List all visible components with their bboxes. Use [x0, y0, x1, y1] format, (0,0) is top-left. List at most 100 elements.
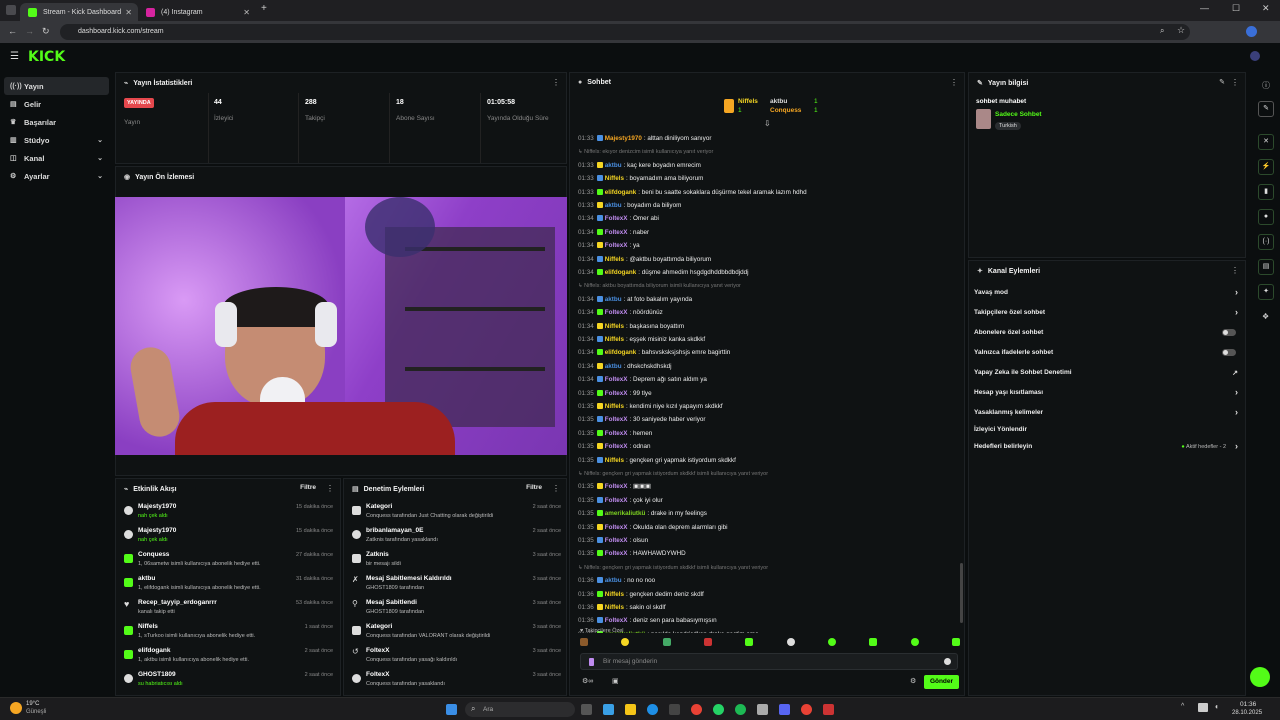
rail-widget-icon[interactable]: ▮ — [1258, 184, 1274, 200]
chat-username[interactable]: FoltexX — [605, 430, 628, 437]
chat-username[interactable]: FoltexX — [605, 443, 628, 450]
stream-preview-video[interactable] — [115, 197, 567, 455]
chat-username[interactable]: FoltexX — [605, 550, 628, 557]
activity-user[interactable]: Recep_tayyip_erdoganrrr — [138, 599, 217, 606]
send-button[interactable]: Gönder — [924, 675, 959, 689]
copilot-icon[interactable] — [603, 704, 614, 715]
sidebar-item-ayarlar[interactable]: ⚙ Ayarlar ⌄ — [4, 167, 109, 185]
close-tab-icon[interactable]: ✕ — [125, 8, 132, 17]
sidebar-item-kanal[interactable]: ◫ Kanal ⌄ — [4, 149, 109, 167]
chat-username[interactable]: FoltexX — [605, 497, 628, 504]
chat-username[interactable]: Majesty1970 — [605, 135, 642, 142]
chat-username[interactable]: elifdogank — [605, 349, 637, 356]
activity-user[interactable]: aktbu — [138, 575, 155, 582]
mod-tools-icon[interactable]: ▣ — [612, 677, 619, 685]
clock-time[interactable]: 01:36 — [1240, 701, 1256, 708]
chat-username[interactable]: elifdogank — [605, 269, 637, 276]
edit-layout-icon[interactable]: ✎ — [1258, 101, 1274, 117]
kebab-menu-icon[interactable]: ⋮ — [1231, 266, 1239, 275]
chat-username[interactable]: FoltexX — [605, 376, 628, 383]
expand-icon[interactable]: ⇩ — [764, 119, 771, 128]
moderation-filter-button[interactable]: Filtre — [526, 484, 542, 491]
chat-username[interactable]: FoltexX — [605, 390, 628, 397]
tray-chevron-icon[interactable]: ^ — [1181, 703, 1184, 710]
help-icon[interactable]: ⓘ — [1262, 80, 1270, 91]
taskbar-search[interactable]: ⌕ Ara — [465, 702, 575, 717]
chat-username[interactable]: Niffels — [605, 336, 624, 343]
setting-banned-words[interactable]: Yasaklanmış kelimeler › — [969, 404, 1244, 422]
chrome-icon[interactable] — [691, 704, 702, 715]
sidebar-item-basarilar[interactable]: ♛ Başarılar — [4, 113, 109, 131]
rail-widget-icon[interactable]: ▤ — [1258, 259, 1274, 275]
chat-username[interactable]: Niffels — [605, 175, 624, 182]
gift-leaderboard[interactable]: Niffels 1 aktbu 1 Conquess 1 — [724, 97, 824, 119]
chrome-active-icon[interactable] — [801, 704, 812, 715]
toggle-switch[interactable] — [1222, 349, 1236, 356]
kebab-menu-icon[interactable]: ⋮ — [1231, 78, 1239, 87]
url-field[interactable]: dashboard.kick.com/stream — [60, 24, 1190, 40]
volume-icon[interactable]: ◖ — [1214, 702, 1219, 711]
chat-username[interactable]: FoltexX — [605, 524, 628, 531]
activity-user[interactable]: GHOST1809 — [138, 671, 176, 678]
chevron-down-icon[interactable]: ⌄ — [97, 136, 103, 144]
emote-icon[interactable] — [621, 638, 630, 646]
chevron-down-icon[interactable]: ⌄ — [97, 172, 103, 180]
activity-filter-button[interactable]: Filtre — [300, 484, 316, 491]
edge-icon[interactable] — [647, 704, 658, 715]
chat-username[interactable]: aktbu — [605, 202, 622, 209]
chat-username[interactable]: FoltexX — [605, 483, 628, 490]
chat-username[interactable]: FoltexX — [605, 537, 628, 544]
minimize-icon[interactable]: — — [1200, 3, 1209, 13]
chat-username[interactable]: FoltexX — [605, 229, 628, 236]
chat-username[interactable]: aktbu — [605, 162, 622, 169]
kick-logo[interactable]: KICK — [28, 49, 65, 65]
chat-username[interactable]: aktbu — [605, 296, 622, 303]
sidebar-item-gelir[interactable]: ▤ Gelir — [4, 95, 109, 113]
chat-username[interactable]: Niffels — [605, 604, 624, 611]
activity-user[interactable]: Majesty1970 — [138, 503, 176, 510]
chat-settings-icon[interactable]: ⚙ — [910, 677, 916, 685]
kebab-menu-icon[interactable]: ⋮ — [950, 78, 958, 87]
setting-raid[interactable]: İzleyici Yönlendir — [969, 421, 1244, 439]
setting-subscribers-only[interactable]: Abonelere özel sohbet — [969, 324, 1244, 342]
rail-widget-icon[interactable]: ⚡ — [1258, 159, 1274, 175]
chat-username[interactable]: Niffels — [605, 591, 624, 598]
emote-icon[interactable] — [745, 638, 754, 646]
chat-username[interactable]: FoltexX — [605, 416, 628, 423]
chevron-down-icon[interactable]: ⌄ — [97, 154, 103, 162]
emote-icon[interactable] — [951, 638, 960, 646]
activity-user[interactable]: Conquess — [138, 551, 169, 558]
activity-user[interactable]: Niffels — [138, 623, 158, 630]
sidebar-item-yayin[interactable]: ((·)) Yayın — [4, 77, 109, 95]
rail-gift-icon[interactable]: ❖ — [1262, 312, 1269, 321]
tab-instagram[interactable]: (4) Instagram ✕ — [138, 3, 256, 21]
file-explorer-icon[interactable] — [625, 704, 636, 715]
emote-icon[interactable] — [786, 638, 795, 646]
emoji-picker-icon[interactable] — [944, 658, 951, 665]
close-tab-icon[interactable]: ✕ — [243, 8, 250, 17]
edit-icon[interactable]: ✎ — [1219, 78, 1225, 86]
network-icon[interactable] — [1198, 703, 1208, 712]
sidebar-item-studyo[interactable]: ▥ Stüdyo ⌄ — [4, 131, 109, 149]
emote-icon[interactable] — [827, 638, 836, 646]
zoom-icon[interactable]: ⌕ — [1160, 26, 1164, 36]
chat-input[interactable]: Bir mesaj gönderin — [580, 653, 958, 670]
settings-app-icon[interactable] — [757, 704, 768, 715]
chat-scrollbar[interactable] — [960, 563, 963, 623]
forward-icon[interactable]: → — [25, 26, 34, 36]
reload-icon[interactable]: ↻ — [42, 26, 50, 37]
toggle-switch[interactable] — [1222, 329, 1236, 336]
kebab-menu-icon[interactable]: ⋮ — [552, 484, 560, 493]
rail-widget-icon[interactable]: ✕ — [1258, 134, 1274, 150]
window-close-icon[interactable]: ✕ — [1262, 3, 1270, 14]
setting-emote-only[interactable]: Yalnızca ifadelerle sohbet — [969, 344, 1244, 362]
discord-icon[interactable] — [779, 704, 790, 715]
chat-username[interactable]: FoltexX — [605, 617, 628, 624]
profile-avatar-icon[interactable] — [1246, 26, 1257, 37]
stream-tag[interactable]: Turkish — [995, 122, 1021, 130]
chat-username[interactable]: Niffels — [605, 403, 624, 410]
task-view-icon[interactable] — [581, 704, 592, 715]
chat-username[interactable]: elifdogank — [605, 189, 637, 196]
rail-broadcast-icon[interactable]: (·) — [1258, 234, 1274, 250]
new-tab-icon[interactable]: + — [261, 3, 267, 14]
